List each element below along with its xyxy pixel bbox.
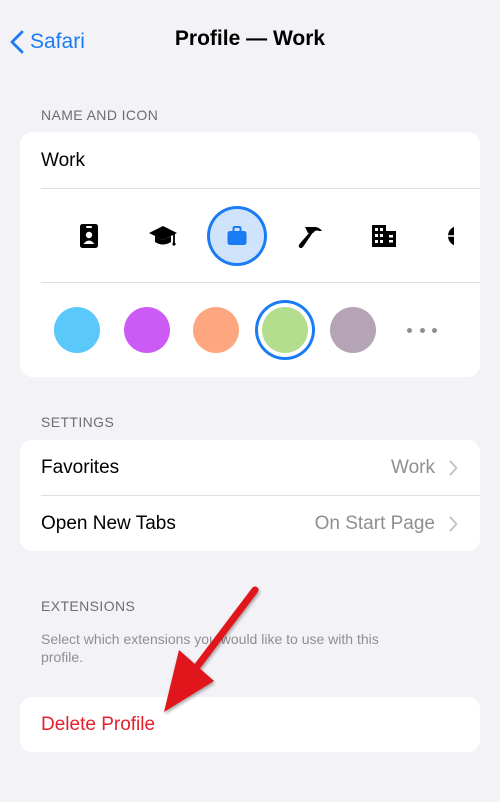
color-picker-row[interactable]	[20, 284, 480, 377]
globe-icon[interactable]	[438, 216, 454, 256]
delete-profile-button[interactable]: Delete Profile	[20, 697, 480, 752]
name-and-icon-card: Work	[20, 132, 480, 377]
color-swatch-green[interactable]	[262, 307, 308, 353]
navigation-bar: Safari Profile — Work	[0, 0, 500, 84]
favorites-value: Work	[391, 457, 435, 478]
open-new-tabs-row[interactable]: Open New Tabs On Start Page	[20, 496, 480, 551]
color-swatch-mauve[interactable]	[330, 307, 376, 353]
color-swatch-purple[interactable]	[124, 307, 170, 353]
favorites-row[interactable]: Favorites Work	[20, 440, 480, 496]
page-title: Profile — Work	[174, 27, 326, 50]
divider	[41, 282, 480, 283]
chevron-right-icon	[449, 460, 458, 476]
icon-picker-row[interactable]	[20, 189, 454, 284]
hammer-icon[interactable]	[290, 216, 330, 256]
chevron-right-icon	[449, 516, 458, 532]
profile-name-field[interactable]: Work	[41, 150, 85, 172]
section-header-name-and-icon: NAME AND ICON	[41, 107, 159, 123]
color-swatch-blue[interactable]	[54, 307, 100, 353]
section-header-extensions: EXTENSIONS	[41, 598, 136, 614]
color-swatch-orange[interactable]	[193, 307, 239, 353]
graduation-cap-icon[interactable]	[143, 216, 183, 256]
open-new-tabs-value: On Start Page	[314, 513, 435, 534]
favorites-label: Favorites	[41, 457, 120, 478]
id-badge-icon[interactable]	[69, 216, 109, 256]
extensions-footnote: Select which extensions you would like t…	[41, 631, 379, 665]
briefcase-icon[interactable]	[210, 209, 264, 263]
open-new-tabs-label: Open New Tabs	[41, 513, 176, 534]
settings-card: Favorites Work Open New Tabs On Start Pa…	[20, 440, 480, 551]
delete-profile-label: Delete Profile	[41, 714, 156, 735]
building-icon[interactable]	[364, 216, 404, 256]
more-colors-icon[interactable]	[407, 324, 437, 336]
section-header-settings: SETTINGS	[41, 414, 115, 430]
